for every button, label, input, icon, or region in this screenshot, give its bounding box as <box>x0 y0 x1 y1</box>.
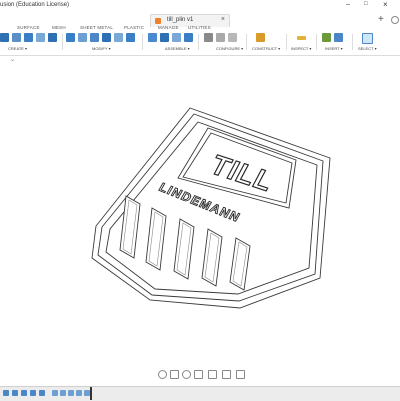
ribbon-toolbar: CREATE ▾ MODIFY ▾ ASSEMBLE ▾ CONFIGURE ▾… <box>0 31 400 56</box>
move-icon[interactable] <box>114 33 123 42</box>
measure-icon[interactable] <box>297 36 306 40</box>
tab-sheet-metal[interactable]: SHEET METAL <box>80 25 113 30</box>
job-status-icon[interactable] <box>391 16 399 24</box>
pan-icon[interactable] <box>170 370 179 379</box>
shell-icon[interactable] <box>90 33 99 42</box>
table-icon[interactable] <box>216 33 225 42</box>
document-icon <box>155 18 161 24</box>
inspect-menu[interactable]: INSPECT ▾ <box>291 46 311 51</box>
separator <box>198 34 199 50</box>
bar-5 <box>229 237 251 291</box>
extrude-icon[interactable] <box>24 33 33 42</box>
configure-menu[interactable]: CONFIGURE ▾ <box>216 46 243 51</box>
title-bar: usion (Education License) – □ × <box>0 0 400 14</box>
timeline-last-icon[interactable] <box>39 390 45 396</box>
timeline <box>0 386 400 401</box>
model-canvas[interactable]: TILL LINDEMANN <box>0 64 400 368</box>
model-viewport[interactable]: TILL LINDEMANN <box>0 64 400 368</box>
offset-plane-icon[interactable] <box>256 33 265 42</box>
combine-icon[interactable] <box>102 33 111 42</box>
insert-derive-icon[interactable] <box>322 33 331 42</box>
separator <box>352 34 353 50</box>
separator <box>286 34 287 50</box>
name-text: LINDEMANN <box>156 180 243 224</box>
timeline-feature-icon[interactable] <box>52 390 58 396</box>
joint-icon[interactable] <box>160 33 169 42</box>
timeline-prev-icon[interactable] <box>12 390 18 396</box>
timeline-first-icon[interactable] <box>3 390 9 396</box>
hole-icon[interactable] <box>48 33 57 42</box>
configure-icon[interactable] <box>204 33 213 42</box>
zoom-icon[interactable] <box>182 370 191 379</box>
tab-utilities[interactable]: UTILITIES <box>188 25 211 30</box>
insert-image-icon[interactable] <box>334 33 343 42</box>
tab-mesh[interactable]: MESH <box>52 25 66 30</box>
fillet-icon[interactable] <box>78 33 87 42</box>
timeline-feature-icon[interactable] <box>68 390 74 396</box>
timeline-feature-icon[interactable] <box>76 390 82 396</box>
orbit-icon[interactable] <box>158 370 167 379</box>
logo-text: TILL <box>205 149 280 197</box>
joint-origin-icon[interactable] <box>184 33 193 42</box>
grid-settings-icon[interactable] <box>222 370 231 379</box>
minimize-button[interactable]: – <box>346 1 350 8</box>
create-menu[interactable]: CREATE ▾ <box>8 46 27 51</box>
display-settings-icon[interactable] <box>208 370 217 379</box>
tab-manage[interactable]: MANAGE <box>158 25 179 30</box>
fit-icon[interactable] <box>194 370 203 379</box>
assemble-menu[interactable]: ASSEMBLE ▾ <box>165 46 190 51</box>
revolve-icon[interactable] <box>36 33 45 42</box>
timeline-feature-icon[interactable] <box>60 390 66 396</box>
select-cursor-icon[interactable] <box>362 33 373 44</box>
separator <box>246 34 247 50</box>
window-title: usion (Education License) <box>0 2 70 8</box>
tab-plastic[interactable]: PLASTIC <box>124 25 144 30</box>
viewports-icon[interactable] <box>236 370 245 379</box>
timeline-play-icon[interactable] <box>21 390 27 396</box>
timeline-next-icon[interactable] <box>30 390 36 396</box>
separator <box>316 34 317 50</box>
document-tab-label: till_plin v1 <box>167 17 194 23</box>
sketch-icon[interactable] <box>12 33 21 42</box>
separator <box>142 34 143 50</box>
tab-surface[interactable]: SURFACE <box>17 25 40 30</box>
construct-menu[interactable]: CONSTRUCT ▾ <box>252 46 280 51</box>
maximize-button[interactable]: □ <box>364 1 368 7</box>
chevron-down-icon[interactable]: ⌄ <box>10 56 15 63</box>
align-icon[interactable] <box>126 33 135 42</box>
as-built-joint-icon[interactable] <box>172 33 181 42</box>
press-pull-icon[interactable] <box>66 33 75 42</box>
bar-4 <box>201 228 223 287</box>
modify-menu[interactable]: MODIFY ▾ <box>92 46 111 51</box>
navigation-bar <box>150 369 250 379</box>
close-tab-icon[interactable]: × <box>221 16 225 23</box>
select-menu[interactable]: SELECT ▾ <box>358 46 377 51</box>
insert-menu[interactable]: INSERT ▾ <box>325 46 343 51</box>
new-component-assemble-icon[interactable] <box>148 33 157 42</box>
theme-icon[interactable] <box>228 33 237 42</box>
close-window-button[interactable]: × <box>383 0 388 9</box>
new-tab-button[interactable]: + <box>378 14 384 25</box>
timeline-marker[interactable] <box>90 387 92 400</box>
new-component-icon[interactable] <box>0 33 9 42</box>
separator <box>62 34 63 50</box>
